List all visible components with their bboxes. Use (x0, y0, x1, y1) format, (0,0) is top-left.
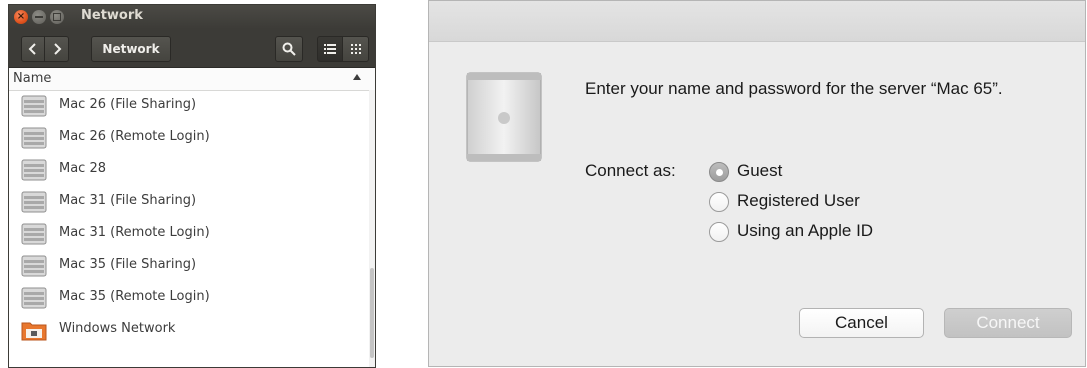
item-label: Mac 35 (File Sharing) (59, 257, 197, 272)
radio-label: Registered User (737, 191, 860, 210)
column-header-label: Name (13, 71, 52, 86)
forward-button[interactable] (45, 36, 69, 62)
radio-unselected-indicator (709, 192, 729, 212)
radio-unselected-indicator (709, 222, 729, 242)
connect-to-server-dialog: Enter your name and password for the ser… (428, 0, 1086, 367)
file-list: Mac 26 (File Sharing) Mac 26 (Remote Log… (9, 90, 369, 346)
list-item[interactable]: Mac 35 (Remote Login) (9, 282, 369, 314)
server-icon (21, 95, 47, 117)
list-item[interactable]: Mac 26 (File Sharing) (9, 90, 369, 122)
list-item[interactable]: Windows Network (9, 314, 369, 346)
list-view-icon (324, 44, 336, 54)
server-icon (21, 223, 47, 245)
server-icon (21, 127, 47, 149)
item-label: Mac 26 (File Sharing) (59, 97, 197, 112)
path-bar-network-button[interactable]: Network (91, 36, 171, 62)
server-icon (21, 159, 47, 181)
connect-as-label: Connect as: (585, 161, 676, 180)
item-label: Mac 31 (Remote Login) (59, 225, 210, 240)
list-item[interactable]: Mac 26 (Remote Login) (9, 122, 369, 154)
item-label: Windows Network (59, 321, 176, 336)
cancel-button[interactable]: Cancel (799, 308, 924, 338)
minimize-window-button[interactable] (32, 10, 46, 24)
vertical-scrollbar[interactable] (369, 90, 375, 367)
chevron-left-icon (28, 43, 36, 55)
item-label: Mac 35 (Remote Login) (59, 289, 210, 304)
radio-label: Using an Apple ID (737, 221, 874, 240)
search-icon (282, 42, 296, 56)
mac-pro-icon (466, 72, 542, 162)
close-window-button[interactable]: × (14, 10, 28, 24)
grid-view-button[interactable] (343, 36, 369, 62)
item-label: Mac 28 (59, 161, 107, 176)
maximize-window-button[interactable] (50, 10, 64, 24)
server-icon (21, 191, 47, 213)
connect-button[interactable]: Connect (944, 308, 1072, 338)
dialog-prompt: Enter your name and password for the ser… (585, 79, 1003, 98)
server-icon (21, 255, 47, 277)
dialog-title-bar (429, 1, 1085, 42)
item-label: Mac 26 (Remote Login) (59, 129, 210, 144)
search-button[interactable] (275, 36, 303, 62)
chevron-right-icon (53, 43, 61, 55)
window-title: Network (81, 8, 143, 23)
list-item[interactable]: Mac 35 (File Sharing) (9, 250, 369, 282)
list-item[interactable]: Mac 28 (9, 154, 369, 186)
grid-view-icon (350, 44, 361, 54)
name-column-header[interactable]: Name (9, 68, 375, 91)
network-folder-icon (21, 322, 47, 341)
scrollbar-thumb[interactable] (370, 268, 374, 358)
sort-ascending-icon (353, 74, 361, 80)
title-bar: × Network (9, 5, 375, 29)
list-item[interactable]: Mac 31 (File Sharing) (9, 186, 369, 218)
radio-label: Guest (737, 161, 783, 180)
server-icon (21, 287, 47, 309)
toolbar: Network (9, 29, 375, 68)
list-view-button[interactable] (317, 36, 343, 62)
file-manager-window: × Network Network Name Mac 26 (File Shar… (8, 4, 376, 368)
radio-selected-indicator (709, 162, 729, 182)
item-label: Mac 31 (File Sharing) (59, 193, 197, 208)
back-button[interactable] (21, 36, 45, 62)
list-item[interactable]: Mac 31 (Remote Login) (9, 218, 369, 250)
